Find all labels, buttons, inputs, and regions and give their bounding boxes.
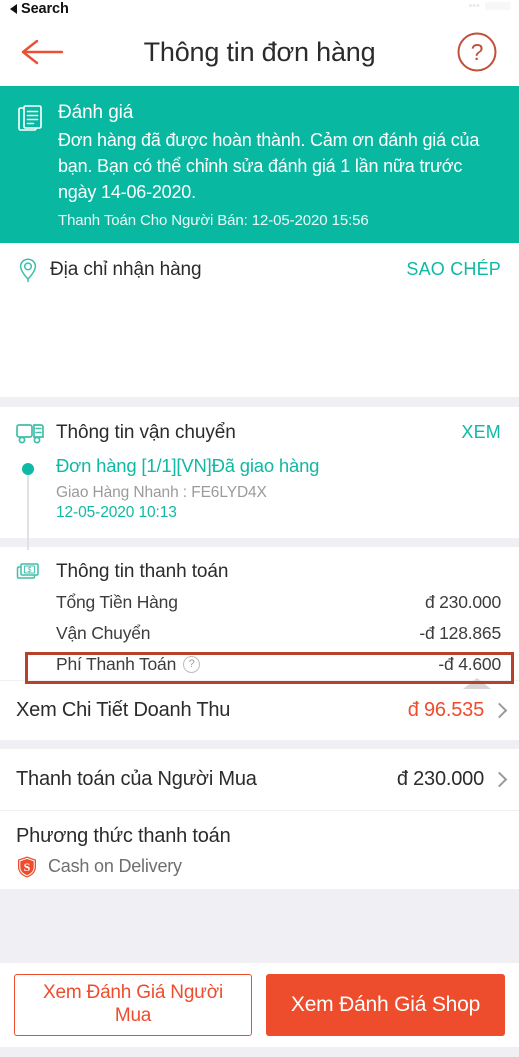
address-details-body [0,293,519,397]
payment-row-label-wrap: Phí Thanh Toán ? [56,653,201,675]
revenue-detail-row[interactable]: Xem Chi Tiết Doanh Thu đ 96.535 [0,679,519,740]
page-title: Thông tin đơn hàng [143,36,376,67]
info-question-icon[interactable]: ? [183,655,201,673]
svg-text:S: S [24,860,31,874]
revenue-detail-label: Xem Chi Tiết Doanh Thu [16,698,231,721]
svg-text:$: $ [28,567,32,574]
section-divider [0,537,519,547]
shipping-status-texts: Đơn hàng [1/1][VN]Đã giao hàng Giao Hàng… [56,455,501,538]
buyer-payment-card: Thanh toán của Người Mua đ 230.000 Phươn… [0,748,519,889]
section-divider [0,396,519,407]
address-icon-wrap [16,257,50,283]
back-button[interactable] [20,28,68,76]
payment-method-section: Phương thức thanh toán S Cash on Deliver… [0,809,519,889]
buyer-payment-label: Thanh toán của Người Mua [16,767,257,790]
buyer-payment-value: đ 230.000 [396,767,484,790]
navigation-bar: Thông tin đơn hàng ? [0,18,519,86]
signal-icon: ••• [468,0,480,12]
payment-row[interactable]: Phí Thanh Toán ? -đ 4.600 [0,649,519,680]
payment-info-title: Thông tin thanh toán [56,560,229,582]
payment-row: Vận Chuyển -đ 128.865 [0,618,519,649]
payment-icon-wrap: $ [16,561,56,583]
shipping-title: Thông tin vận chuyển [56,421,236,443]
section-divider [0,739,519,749]
svg-text:?: ? [471,39,484,65]
shipping-carrier-and-tracking: Giao Hàng Nhanh : FE6LYD4X [56,483,267,501]
status-bar: Search ••• [0,0,519,18]
review-banner[interactable]: Đánh giá Đơn hàng đã được hoàn thành. Cả… [0,86,519,243]
payment-row-value: đ 230.000 [424,591,501,612]
delivery-address-card: Địa chỉ nhận hàng SAO CHÉP [0,242,519,397]
payment-row-label: Tổng Tiền Hàng [56,591,178,612]
banner-payout-date: Thanh Toán Cho Người Bán: 12-05-2020 15:… [58,211,369,229]
copy-address-button[interactable]: SAO CHÉP [406,259,501,280]
caret-up-icon [463,677,491,689]
banner-title: Đánh giá [58,102,134,123]
payment-method-name: Cash on Delivery [48,856,182,877]
address-header: Địa chỉ nhận hàng SAO CHÉP [0,243,519,293]
timeline-dot-icon [22,462,34,475]
shipping-status-label: Đơn hàng [1/1][VN]Đã giao hàng [56,454,320,476]
bottom-action-bar: Xem Đánh Giá Người Mua Xem Đánh Giá Shop [0,963,519,1047]
delivery-truck-icon [16,423,44,444]
document-stack-icon [18,105,42,131]
home-indicator-area [0,1047,519,1057]
payment-row-label: Vận Chuyển [56,622,151,643]
buyer-payment-row[interactable]: Thanh toán của Người Mua đ 230.000 [0,749,519,810]
view-buyer-review-button[interactable]: Xem Đánh Giá Người Mua [14,974,252,1036]
shopee-shield-icon: S [18,856,36,878]
timeline-line [27,474,29,550]
status-indicators: ••• [468,0,511,12]
payment-fee-highlight-wrap: Phí Thanh Toán ? -đ 4.600 [0,649,519,689]
order-detail-screen: Search ••• Thông tin đơn hàng ? Đánh giá… [0,0,519,1057]
view-shop-review-button[interactable]: Xem Đánh Giá Shop [266,974,505,1036]
banner-icon-wrap [18,102,44,229]
view-shipping-button[interactable]: XEM [461,422,501,443]
back-to-search-app-link[interactable]: Search [10,1,69,17]
payment-row-value: -đ 4.600 [438,653,501,674]
shipping-timestamp: 12-05-2020 10:13 [56,503,177,521]
triangle-left-icon [10,4,17,14]
help-button[interactable]: ? [455,30,499,74]
location-pin-icon [19,258,37,282]
help-circle-icon: ? [457,32,497,72]
banner-body: Đánh giá Đơn hàng đã được hoàn thành. Cả… [58,102,501,229]
address-title: Địa chỉ nhận hàng [50,258,202,280]
chevron-right-icon [491,771,508,787]
back-arrow-icon [21,39,64,65]
shipping-icon-wrap [16,421,56,445]
payment-method-title: Phương thức thanh toán [16,824,231,847]
chevron-right-icon [491,702,508,718]
shipping-status-row[interactable]: Đơn hàng [1/1][VN]Đã giao hàng Giao Hàng… [0,451,519,550]
payment-row-label: Phí Thanh Toán [56,653,177,674]
back-to-search-label: Search [21,1,69,17]
revenue-detail-value: đ 96.535 [407,698,484,721]
payment-info-card: $ Thông tin thanh toán Tổng Tiền Hàng đ … [0,546,519,740]
battery-icon [485,2,511,10]
money-stack-icon: $ [16,562,39,579]
payment-info-header: $ Thông tin thanh toán [0,547,519,587]
shipping-info-card: Thông tin vận chuyển XEM Đơn hàng [1/1][… [0,406,519,550]
payment-row-value: -đ 128.865 [419,622,501,643]
timeline-rail [16,455,56,550]
shipping-header: Thông tin vận chuyển XEM [0,407,519,451]
banner-description: Đơn hàng đã được hoàn thành. Cảm ơn đánh… [58,130,480,202]
payment-row: Tổng Tiền Hàng đ 230.000 [0,587,519,618]
payment-method-row: S Cash on Delivery [16,855,503,879]
